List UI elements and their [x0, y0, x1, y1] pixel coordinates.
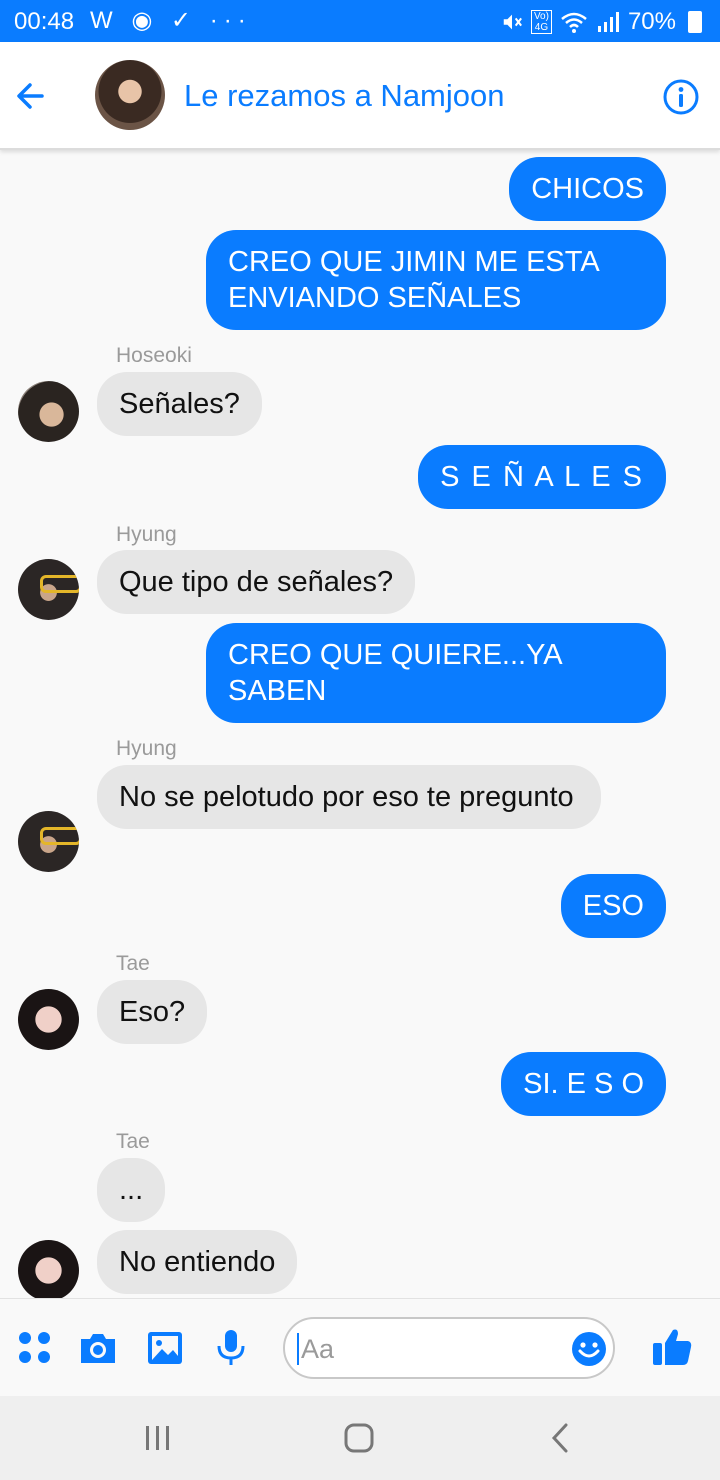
status-time: 00:48 — [14, 8, 75, 35]
camera-icon[interactable] — [77, 1327, 119, 1369]
message-bubble-outgoing[interactable]: SI. E S O — [501, 1052, 666, 1116]
sender-name: Hoseoki — [116, 344, 192, 367]
wifi-icon — [561, 12, 587, 33]
avatar-hyung[interactable] — [18, 811, 79, 872]
notification-icons: W ◉ ✓ ··· — [90, 7, 252, 34]
battery-icon — [688, 11, 702, 33]
message-composer — [0, 1298, 720, 1396]
thumbs-up-icon[interactable] — [650, 1325, 694, 1369]
battery-percent: 70% — [627, 8, 676, 35]
mute-icon — [503, 14, 522, 30]
message-bubble-incoming[interactable]: ... — [97, 1158, 166, 1222]
conversation-title[interactable]: Le rezamos a Namjoon — [184, 78, 505, 114]
conversation-header: Le rezamos a Namjoon — [0, 42, 720, 150]
home-icon[interactable] — [341, 1420, 377, 1456]
message-bubble-incoming[interactable]: No entiendo — [97, 1230, 298, 1294]
recent-apps-icon[interactable] — [140, 1420, 176, 1456]
back-icon[interactable] — [542, 1420, 578, 1456]
signal-icon — [597, 12, 619, 32]
emoji-icon[interactable] — [571, 1331, 607, 1367]
microphone-icon[interactable] — [210, 1327, 252, 1369]
volte-icon: Vo) 4G — [530, 10, 552, 34]
sender-name: Hyung — [116, 737, 177, 760]
group-avatar[interactable] — [95, 60, 165, 130]
message-bubble-outgoing[interactable]: CHICOS — [509, 157, 666, 221]
back-arrow-icon[interactable] — [12, 76, 52, 116]
message-bubble-incoming[interactable]: Señales? — [97, 372, 262, 436]
info-icon[interactable] — [662, 78, 700, 116]
status-right: Vo) 4G 70% — [501, 8, 702, 36]
avatar-hyung[interactable] — [18, 559, 79, 620]
avatar-tae[interactable] — [18, 1240, 79, 1301]
message-bubble-incoming[interactable]: Eso? — [97, 980, 208, 1044]
avatar-tae[interactable] — [18, 989, 79, 1050]
message-input[interactable] — [297, 1333, 557, 1365]
more-apps-icon[interactable] — [14, 1327, 56, 1369]
message-input-field[interactable] — [283, 1317, 615, 1379]
message-bubble-outgoing[interactable]: CREO QUE QUIERE...YA SABEN — [206, 623, 666, 723]
status-bar: 00:48 W ◉ ✓ ··· Vo) 4G 70% — [0, 0, 720, 42]
message-bubble-outgoing[interactable]: S E Ñ A L E S — [418, 445, 666, 509]
gallery-icon[interactable] — [144, 1327, 186, 1369]
message-bubble-outgoing[interactable]: ESO — [560, 874, 666, 938]
sender-name: Tae — [116, 1130, 150, 1153]
avatar-hoseoki[interactable] — [18, 381, 79, 442]
message-bubble-incoming[interactable]: No se pelotudo por eso te pregunto — [97, 765, 601, 829]
sender-name: Hyung — [116, 523, 177, 546]
message-bubble-incoming[interactable]: Que tipo de señales? — [97, 550, 416, 614]
sender-name: Tae — [116, 952, 150, 975]
message-list[interactable]: CHICOS CREO QUE JIMIN ME ESTA ENVIANDO S… — [0, 150, 720, 1301]
system-navigation-bar — [0, 1396, 720, 1480]
message-bubble-outgoing[interactable]: CREO QUE JIMIN ME ESTA ENVIANDO SEÑALES — [206, 230, 666, 330]
